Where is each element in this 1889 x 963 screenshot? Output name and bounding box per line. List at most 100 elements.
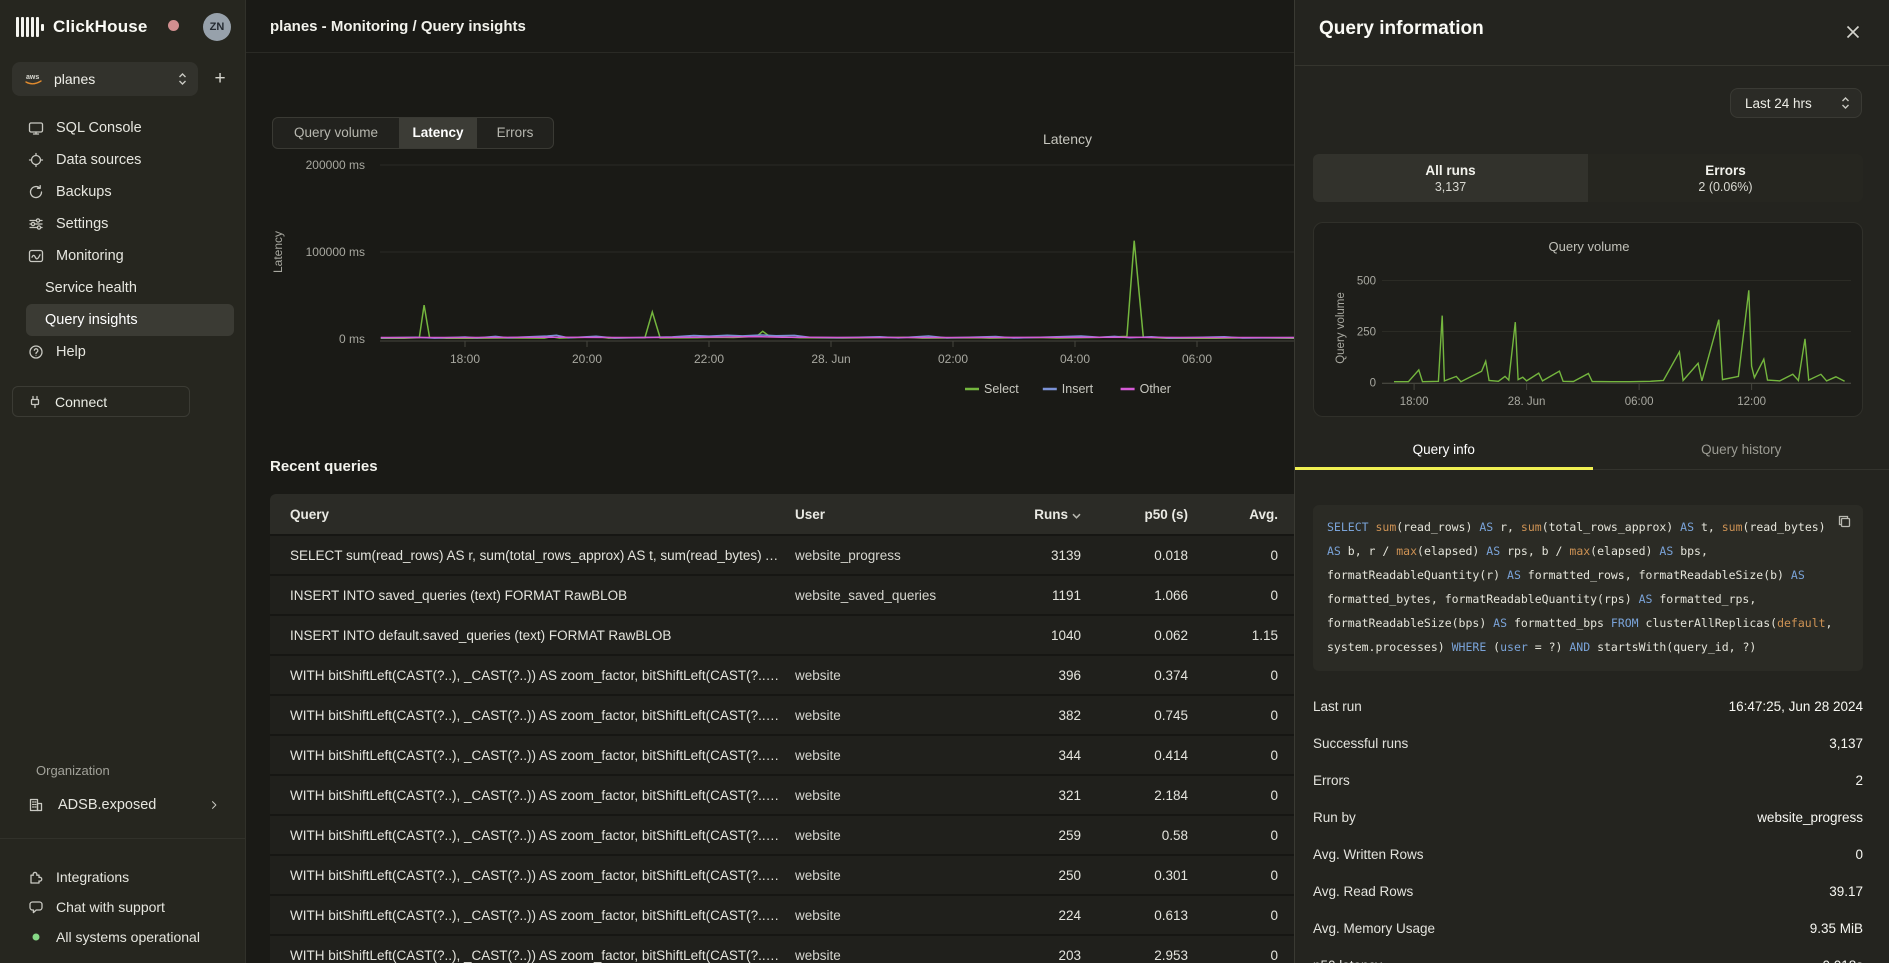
copy-button[interactable] — [1837, 513, 1855, 531]
cell-runs: 259 — [975, 828, 1095, 843]
sidebar-item-query-insights[interactable]: Query insights — [26, 304, 234, 336]
metric-tabs: Query volumeLatencyErrors — [272, 117, 554, 149]
aws-icon: aws — [22, 71, 46, 87]
svg-text:06:00: 06:00 — [1182, 352, 1212, 366]
cell-runs: 203 — [975, 948, 1095, 963]
sidebar-item-backups[interactable]: Backups — [26, 176, 234, 208]
cell-runs: 3139 — [975, 548, 1095, 563]
all-runs-toggle[interactable]: All runs 3,137 — [1313, 154, 1588, 202]
cell-user: website — [795, 828, 975, 843]
cell-runs: 396 — [975, 668, 1095, 683]
avatar[interactable]: ZN — [203, 13, 231, 41]
svg-text:20:00: 20:00 — [572, 352, 602, 366]
svg-text:Select: Select — [984, 382, 1019, 396]
console-icon — [28, 120, 44, 136]
sidebar-item-help[interactable]: Help — [26, 336, 234, 368]
organization-section-label: Organization — [36, 763, 110, 778]
organization-item[interactable]: ADSB.exposed — [26, 790, 220, 820]
cell-query: WITH bitShiftLeft(CAST(?..), _CAST(?..))… — [290, 788, 795, 803]
cell-avg: 0 — [1202, 788, 1292, 803]
panel-tab-query-history[interactable]: Query history — [1593, 437, 1889, 469]
svg-text:250: 250 — [1357, 327, 1376, 339]
clickhouse-logo[interactable]: ClickHouse — [16, 12, 148, 42]
panel-title: Query information — [1319, 18, 1484, 40]
cell-p50: 0.58 — [1095, 828, 1202, 843]
cell-query: WITH bitShiftLeft(CAST(?..), _CAST(?..))… — [290, 708, 795, 723]
cell-runs: 1191 — [975, 588, 1095, 603]
cell-p50: 0.018 — [1095, 548, 1202, 563]
errors-toggle[interactable]: Errors 2 (0.06%) — [1588, 154, 1863, 202]
sidebar-item-settings[interactable]: Settings — [26, 208, 234, 240]
connect-icon — [27, 394, 43, 410]
sidebar-item-sql-console[interactable]: SQL Console — [26, 112, 234, 144]
tab-errors[interactable]: Errors — [477, 118, 553, 148]
add-service-button[interactable]: + — [206, 65, 234, 93]
svg-text:18:00: 18:00 — [450, 352, 480, 366]
cell-query: WITH bitShiftLeft(CAST(?..), _CAST(?..))… — [290, 908, 795, 923]
close-panel-button[interactable] — [1841, 20, 1865, 44]
column-header-runs[interactable]: Runs — [975, 507, 1095, 522]
cell-p50: 0.745 — [1095, 708, 1202, 723]
sidebar: ClickHouse ZN aws planes + SQL ConsoleDa… — [0, 0, 246, 963]
query-stats: Last run16:47:25, Jun 28 2024Successful … — [1313, 688, 1863, 963]
cell-avg: 0 — [1202, 868, 1292, 883]
stat-row-successful-runs: Successful runs3,137 — [1313, 725, 1863, 762]
building-icon — [28, 797, 44, 813]
service-name: planes — [54, 71, 177, 87]
cell-user: website — [795, 668, 975, 683]
svg-text:18:00: 18:00 — [1400, 396, 1429, 408]
chevron-updown-icon — [177, 72, 188, 86]
time-range-select[interactable]: Last 24 hrs — [1730, 88, 1862, 118]
sidebar-item-chat-with-support[interactable]: Chat with support — [26, 892, 234, 922]
brand-name: ClickHouse — [53, 17, 148, 37]
connect-button[interactable]: Connect — [12, 386, 190, 417]
cell-p50: 0.414 — [1095, 748, 1202, 763]
sort-chevron-icon — [1072, 513, 1081, 519]
query-volume-card: Query volume500250018:0028. Jun06:0012:0… — [1313, 222, 1863, 417]
help-icon — [28, 344, 44, 360]
settings-icon — [28, 216, 44, 232]
app: { "app": { "brand": "ClickHouse", "avata… — [0, 0, 1889, 963]
tab-latency[interactable]: Latency — [399, 118, 477, 148]
column-header-user: User — [795, 507, 975, 522]
cell-runs: 250 — [975, 868, 1095, 883]
svg-text:200000 ms: 200000 ms — [306, 158, 365, 172]
svg-text:Insert: Insert — [1062, 382, 1094, 396]
notification-dot — [168, 20, 179, 31]
column-header-query: Query — [290, 507, 795, 522]
sidebar-item-data-sources[interactable]: Data sources — [26, 144, 234, 176]
tab-query-volume[interactable]: Query volume — [273, 118, 399, 148]
panel-tab-query-info[interactable]: Query info — [1295, 437, 1593, 469]
svg-text:100000 ms: 100000 ms — [306, 245, 365, 259]
close-icon — [1846, 25, 1860, 39]
cell-query: WITH bitShiftLeft(CAST(?..), _CAST(?..))… — [290, 668, 795, 683]
clickhouse-logo-icon — [16, 17, 44, 37]
svg-text:Query volume: Query volume — [1549, 239, 1630, 254]
cell-query: INSERT INTO saved_queries (text) FORMAT … — [290, 588, 795, 603]
stat-row-avg-read-rows: Avg. Read Rows39.17 — [1313, 873, 1863, 910]
stat-row-p50-latency: p50 latency0.018s — [1313, 947, 1863, 963]
svg-text:Latency: Latency — [271, 231, 285, 273]
svg-text:28. Jun: 28. Jun — [1508, 396, 1546, 408]
sidebar-item-integrations[interactable]: Integrations — [26, 862, 234, 892]
cell-runs: 1040 — [975, 628, 1095, 643]
cell-p50: 1.066 — [1095, 588, 1202, 603]
cell-query: WITH bitShiftLeft(CAST(?..), _CAST(?..))… — [290, 868, 795, 883]
svg-text:12:00: 12:00 — [1737, 396, 1766, 408]
cell-p50: 0.301 — [1095, 868, 1202, 883]
cell-p50: 2.184 — [1095, 788, 1202, 803]
cell-user: website_progress — [795, 548, 975, 563]
sidebar-item-monitoring[interactable]: Monitoring — [26, 240, 234, 272]
cell-user: website — [795, 708, 975, 723]
query-information-panel: Query information Last 24 hrs All runs 3… — [1294, 0, 1889, 963]
service-selector[interactable]: aws planes — [12, 62, 198, 96]
time-range-value: Last 24 hrs — [1745, 96, 1840, 111]
cell-p50: 0.613 — [1095, 908, 1202, 923]
sidebar-footer: IntegrationsChat with supportAll systems… — [26, 862, 234, 952]
cell-user: website_saved_queries — [795, 588, 975, 603]
sidebar-item-all-systems-operational[interactable]: All systems operational — [26, 922, 234, 952]
cell-query: SELECT sum(read_rows) AS r, sum(total_ro… — [290, 548, 795, 563]
sidebar-item-service-health[interactable]: Service health — [26, 272, 234, 304]
cell-avg: 0 — [1202, 828, 1292, 843]
cell-p50: 2.953 — [1095, 948, 1202, 963]
